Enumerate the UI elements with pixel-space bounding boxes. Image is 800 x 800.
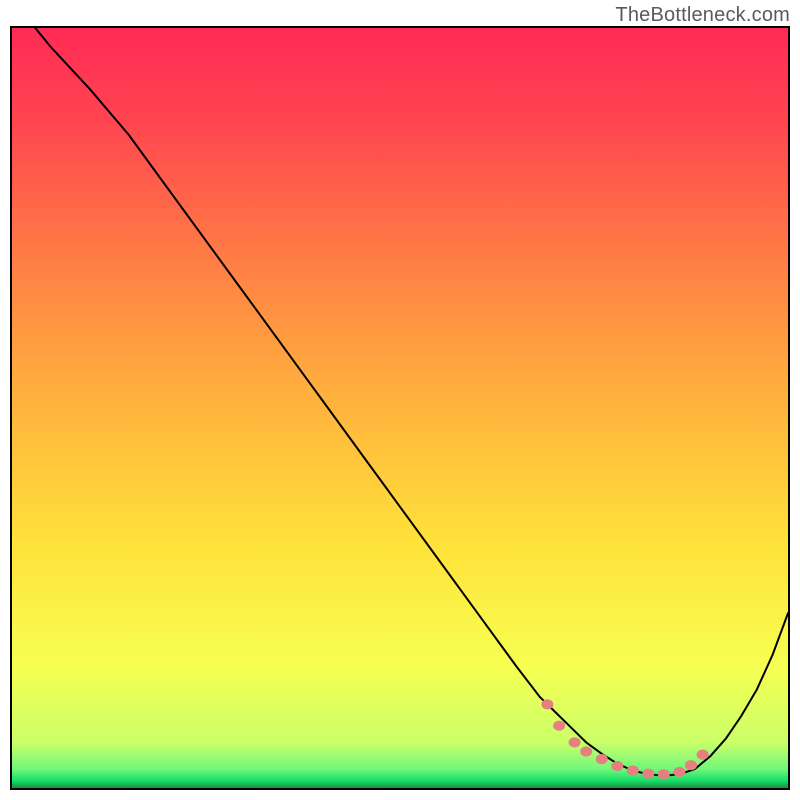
optimum-marker [553, 721, 565, 731]
optimum-marker [569, 737, 581, 747]
watermark-text: TheBottleneck.com [615, 4, 790, 27]
chart-stage: TheBottleneck.com [0, 0, 800, 800]
optimum-marker [642, 769, 654, 779]
optimum-marker [685, 760, 697, 770]
optimum-marker [596, 754, 608, 764]
chart-frame [10, 26, 790, 790]
optimum-marker [658, 769, 670, 779]
optimum-marker [673, 767, 685, 777]
optimum-marker [627, 765, 639, 775]
optimum-marker [580, 746, 592, 756]
gradient-bg [12, 28, 788, 788]
optimum-marker [541, 699, 553, 709]
chart-svg [12, 28, 788, 788]
optimum-marker [611, 761, 623, 771]
optimum-marker [697, 750, 709, 760]
